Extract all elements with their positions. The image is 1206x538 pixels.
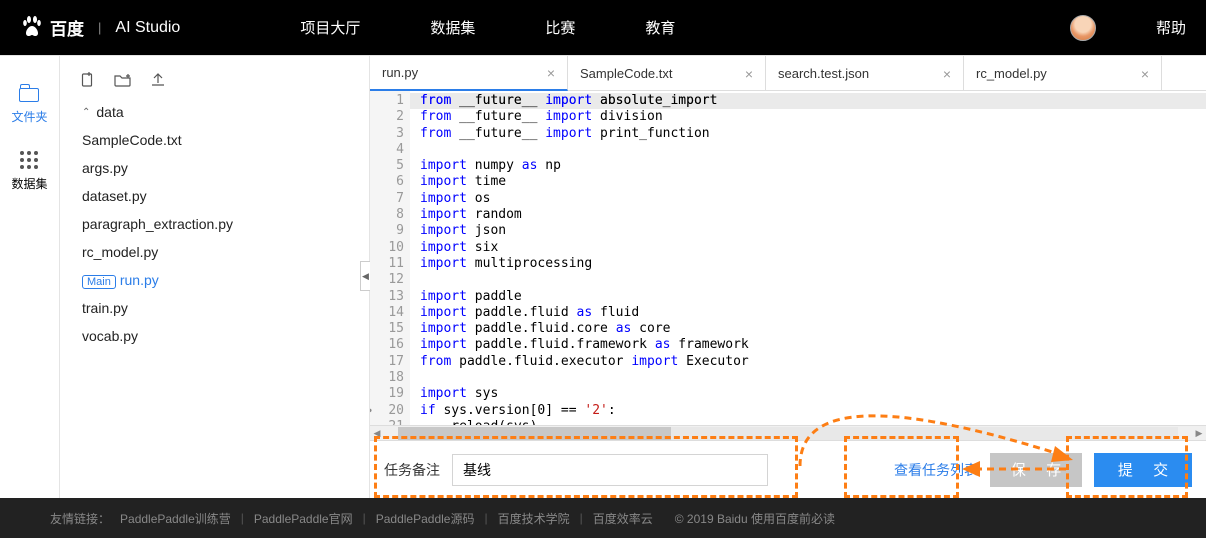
new-file-icon[interactable] (80, 72, 96, 88)
rail-dataset-label: 数据集 (11, 175, 47, 192)
top-nav: 项目大厅 数据集 比赛 教育 (300, 17, 675, 38)
main-badge: Main (82, 275, 116, 289)
footer-link-3[interactable]: 百度技术学院 (498, 510, 570, 527)
baidu-paw-icon (20, 16, 44, 40)
left-rail: 文件夹 数据集 (0, 56, 60, 498)
file-train[interactable]: train.py (60, 294, 369, 322)
tab-samplecode-label: SampleCode.txt (580, 66, 673, 81)
folder-name: data (96, 104, 123, 120)
tab-rcmodel[interactable]: rc_model.py × (964, 56, 1162, 91)
collapse-handle[interactable]: ◀ (360, 261, 370, 291)
footer-copyright: © 2019 Baidu 使用百度前必读 (675, 510, 835, 527)
help-link[interactable]: 帮助 (1156, 17, 1186, 38)
footer-label: 友情链接： (50, 510, 110, 527)
footer-link-1[interactable]: PaddlePaddle官网 (254, 510, 353, 527)
logo-divider: | (98, 20, 101, 35)
nav-competitions[interactable]: 比赛 (545, 17, 575, 38)
avatar[interactable] (1070, 15, 1096, 41)
tab-searchjson[interactable]: search.test.json × (766, 56, 964, 91)
file-paragraph[interactable]: paragraph_extraction.py (60, 210, 369, 238)
logo[interactable]: 百度 | AI Studio (20, 15, 180, 40)
rail-folder[interactable]: 文件夹 (11, 80, 47, 143)
footer-link-4[interactable]: 百度效率云 (593, 510, 653, 527)
h-scrollbar[interactable]: ◀ ▶ (370, 425, 1206, 440)
close-icon[interactable]: × (943, 66, 951, 82)
code-area[interactable]: 123456789101112131415161718192021222324 … (370, 91, 1206, 425)
scroll-track[interactable] (398, 427, 1178, 440)
task-note-label: 任务备注 (384, 460, 440, 480)
bottom-bar: 任务备注 查看任务列表 保 存 提 交 (370, 440, 1206, 498)
scroll-right-icon[interactable]: ▶ (1192, 428, 1206, 439)
code-body[interactable]: from __future__ import absolute_import f… (410, 91, 1206, 425)
file-dataset[interactable]: dataset.py (60, 182, 369, 210)
editor: ◀ run.py × SampleCode.txt × search.test.js… (370, 56, 1206, 498)
scroll-thumb[interactable] (398, 427, 671, 440)
tree-toolbar (60, 68, 369, 98)
close-icon[interactable]: × (547, 65, 555, 81)
file-tree: ⌃ data SampleCode.txt args.py dataset.py… (60, 56, 370, 498)
line-gutter: 123456789101112131415161718192021222324 (370, 91, 410, 425)
folder-icon (19, 88, 39, 102)
tab-rcmodel-label: rc_model.py (976, 66, 1047, 81)
submit-button[interactable]: 提 交 (1094, 453, 1192, 487)
nav-datasets[interactable]: 数据集 (430, 17, 475, 38)
new-folder-icon[interactable] (114, 72, 132, 88)
nav-projects[interactable]: 项目大厅 (300, 17, 360, 38)
view-tasks-link[interactable]: 查看任务列表 (894, 460, 978, 480)
tab-searchjson-label: search.test.json (778, 66, 869, 81)
rail-dataset[interactable]: 数据集 (11, 143, 47, 210)
scroll-left-icon[interactable]: ◀ (370, 428, 384, 439)
file-rcmodel[interactable]: rc_model.py (60, 238, 369, 266)
upload-icon[interactable] (150, 72, 166, 88)
close-icon[interactable]: × (1141, 66, 1149, 82)
file-args[interactable]: args.py (60, 154, 369, 182)
save-button[interactable]: 保 存 (990, 453, 1082, 487)
footer: 友情链接： PaddlePaddle训练营| PaddlePaddle官网| P… (0, 498, 1206, 538)
nav-education[interactable]: 教育 (645, 17, 675, 38)
folder-data[interactable]: ⌃ data (60, 98, 369, 126)
tab-bar: run.py × SampleCode.txt × search.test.json… (370, 56, 1206, 91)
file-run[interactable]: Main run.py (60, 266, 369, 294)
grid-icon (20, 151, 38, 169)
file-vocab[interactable]: vocab.py (60, 322, 369, 350)
rail-folder-label: 文件夹 (11, 108, 47, 125)
tab-samplecode[interactable]: SampleCode.txt × (568, 56, 766, 91)
chevron-down-icon: ⌃ (82, 107, 90, 118)
logo-text: 百度 (50, 15, 84, 40)
footer-link-0[interactable]: PaddlePaddle训练营 (120, 510, 231, 527)
file-run-label: run.py (120, 272, 159, 288)
close-icon[interactable]: × (745, 66, 753, 82)
tab-run[interactable]: run.py × (370, 56, 568, 91)
tab-run-label: run.py (382, 65, 418, 80)
top-header: 百度 | AI Studio 项目大厅 数据集 比赛 教育 帮助 (0, 0, 1206, 55)
file-samplecode[interactable]: SampleCode.txt (60, 126, 369, 154)
main-area: 文件夹 数据集 ⌃ data SampleCode.txt args.py da… (0, 55, 1206, 498)
task-note-input[interactable] (452, 454, 768, 486)
footer-link-2[interactable]: PaddlePaddle源码 (376, 510, 475, 527)
logo-subtitle: AI Studio (115, 19, 180, 37)
